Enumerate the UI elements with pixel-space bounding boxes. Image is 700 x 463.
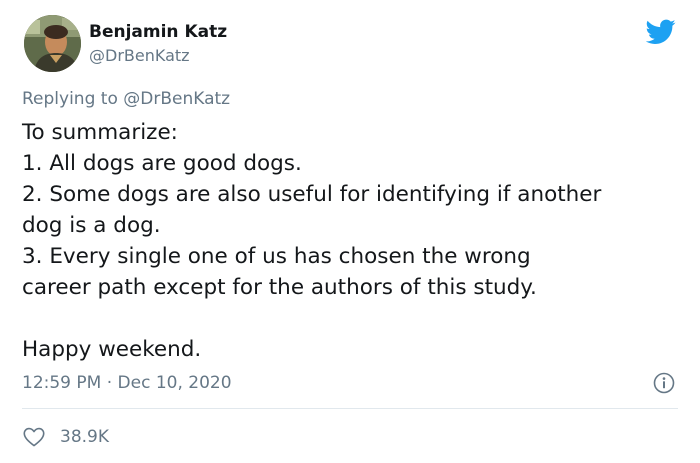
twitter-bird-icon[interactable] xyxy=(645,19,676,45)
tweet-date: Dec 10, 2020 xyxy=(117,373,232,393)
reply-context: Replying to @DrBenKatz xyxy=(22,87,230,111)
info-icon[interactable] xyxy=(653,372,675,394)
tweet-line: 2. Some dogs are also useful for identif… xyxy=(22,182,602,207)
reply-handle-link[interactable]: @DrBenKatz xyxy=(123,89,230,109)
tweet-line: dog is a dog. xyxy=(22,213,161,238)
like-count: 38.9K xyxy=(60,427,109,447)
tweet-line: career path except for the authors of th… xyxy=(22,275,537,300)
author-name[interactable]: Benjamin Katz xyxy=(89,21,227,43)
author-handle[interactable]: @DrBenKatz xyxy=(89,45,190,67)
heart-icon xyxy=(23,427,45,447)
tweet-line: 1. All dogs are good dogs. xyxy=(22,151,302,176)
tweet-card: Benjamin Katz @DrBenKatz Replying to @Dr… xyxy=(0,0,700,463)
profile-photo-icon xyxy=(24,15,81,72)
tweet-text: To summarize: 1. All dogs are good dogs.… xyxy=(22,117,682,365)
reply-prefix: Replying to xyxy=(22,89,118,109)
tweet-line: 3. Every single one of us has chosen the… xyxy=(22,244,531,269)
tweet-line: Happy weekend. xyxy=(22,337,202,362)
tweet-timestamp[interactable]: 12:59 PM · Dec 10, 2020 xyxy=(22,371,232,395)
tweet-time: 12:59 PM xyxy=(22,373,102,393)
divider xyxy=(22,408,678,409)
timestamp-separator: · xyxy=(106,373,113,393)
tweet-line: To summarize: xyxy=(22,120,178,145)
avatar[interactable] xyxy=(24,15,81,72)
like-button[interactable]: 38.9K xyxy=(22,424,109,450)
